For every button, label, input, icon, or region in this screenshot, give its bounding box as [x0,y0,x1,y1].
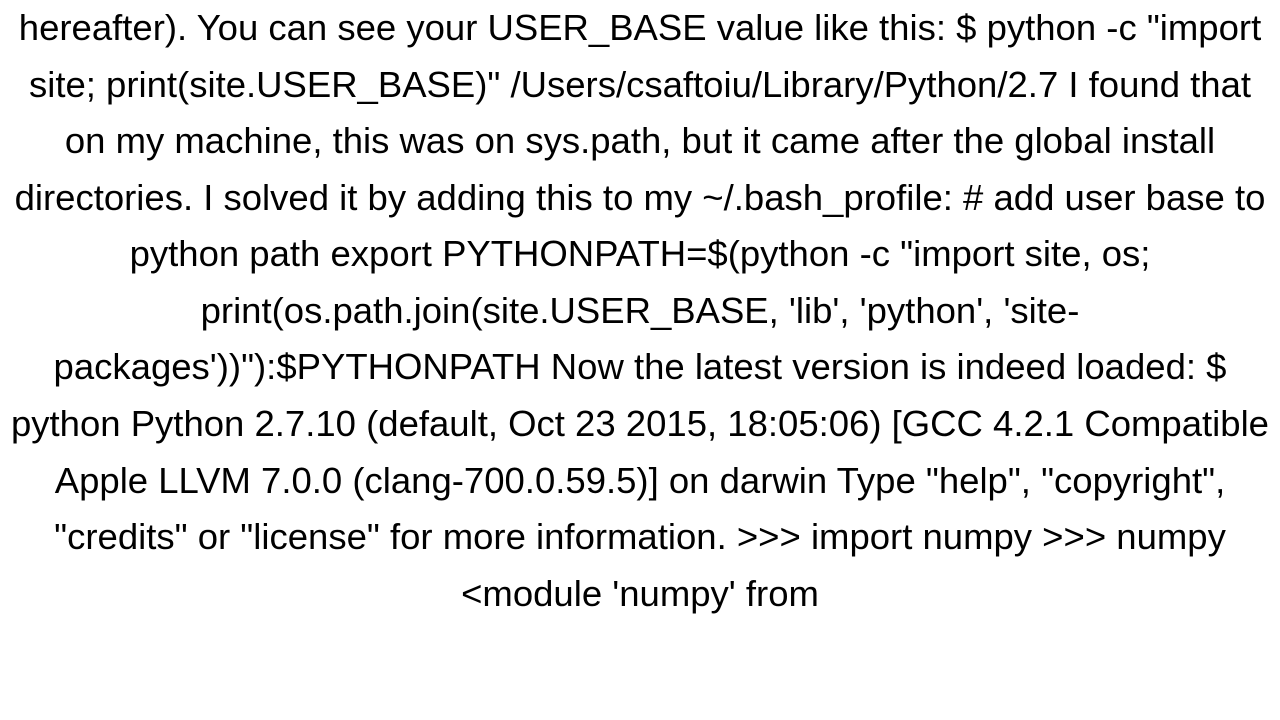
body-text: hereafter). You can see your USER_BASE v… [11,7,1269,614]
document-body: hereafter). You can see your USER_BASE v… [0,0,1280,622]
